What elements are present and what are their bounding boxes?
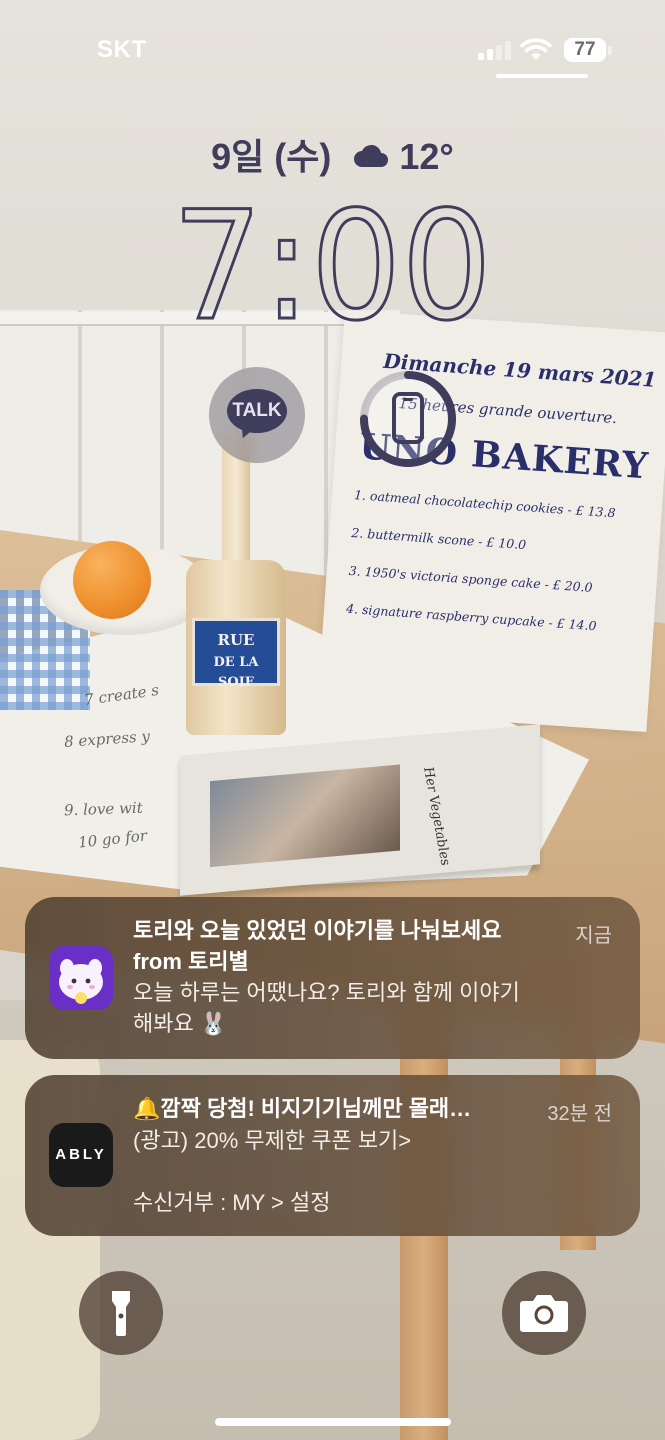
- screen-time-widget[interactable]: [358, 369, 456, 467]
- notification-time: 32분 전: [547, 1103, 612, 1125]
- temperature-label: 12°: [399, 136, 454, 177]
- notification-body: 오늘 하루는 어땠나요? 토리와 함께 이야기 해봐요 🐰: [133, 980, 520, 1036]
- toribyul-app-icon: [49, 946, 113, 1010]
- flashlight-button[interactable]: [79, 1271, 163, 1355]
- kakaotalk-widget[interactable]: TALK: [209, 367, 305, 463]
- bottle-label-line: DE LA SOIF: [213, 655, 259, 690]
- signal-bar: [487, 49, 493, 60]
- poster-item: 2. buttermilk scone - £ 10.0: [350, 525, 527, 553]
- wifi-icon: [520, 38, 552, 66]
- bottle-label-line: RUE: [217, 631, 255, 649]
- clock-digits: 7:00: [171, 179, 494, 356]
- ably-app-icon: ABLY: [49, 1123, 113, 1187]
- bottle-label: RUE DE LA SOIF: [192, 618, 280, 690]
- poster-item: 1. oatmeal chocolatechip cookies - £ 13.…: [353, 487, 616, 521]
- book-title: Her Vegetables: [420, 765, 453, 868]
- camera-button[interactable]: [502, 1271, 586, 1355]
- battery-tip: [608, 46, 612, 55]
- signal-bar: [496, 45, 502, 60]
- battery-indicator: 77: [564, 38, 606, 62]
- clock-time: 7:00: [172, 196, 492, 326]
- towel-text: 9. love wit: [63, 798, 143, 820]
- book-cover-photo: [210, 764, 400, 868]
- poster-item: 4. signature raspberry cupcake - £ 14.0: [345, 600, 597, 634]
- notification-ably[interactable]: ABLY 🔔깜짝 당첨! 비지기기님께만 몰래… (광고) 20% 무제한 쿠폰…: [25, 1075, 640, 1236]
- date-weather-row[interactable]: 9일 (수) 12°: [0, 128, 665, 180]
- control-center-indicator[interactable]: [496, 74, 588, 78]
- camera-icon: [520, 1295, 568, 1332]
- signal-bar: [505, 41, 511, 60]
- status-bar: SKT 77: [0, 0, 665, 90]
- talk-bubble-icon: TALK: [227, 389, 287, 433]
- notification-title: 토리와 오늘 있었던 이야기를 나눠보세요 from 토리별: [133, 918, 502, 974]
- notification-body: (광고) 20% 무제한 쿠폰 보기> 수신거부 : MY > 설정: [133, 1128, 412, 1215]
- date-label: 9일 (수): [211, 136, 332, 177]
- signal-bar: [478, 53, 484, 60]
- notification-title: 🔔깜짝 당첨! 비지기기님께만 몰래…: [133, 1096, 472, 1121]
- screen-time-ring: [360, 371, 456, 467]
- lock-screen-clock[interactable]: 7:00: [171, 179, 502, 356]
- orange: [73, 541, 151, 619]
- flashlight-icon: [112, 1291, 130, 1336]
- notification-time: 지금: [575, 925, 612, 947]
- notification-toribyul[interactable]: 토리와 오늘 있었던 이야기를 나눠보세요 from 토리별 오늘 하루는 어땠…: [25, 897, 640, 1059]
- carrier-label: SKT: [97, 36, 147, 63]
- home-indicator[interactable]: [215, 1418, 451, 1426]
- poster-item: 3. 1950's victoria sponge cake - £ 20.0: [348, 562, 594, 595]
- cellular-signal-icon: [478, 40, 512, 60]
- cloud-icon: [353, 135, 389, 177]
